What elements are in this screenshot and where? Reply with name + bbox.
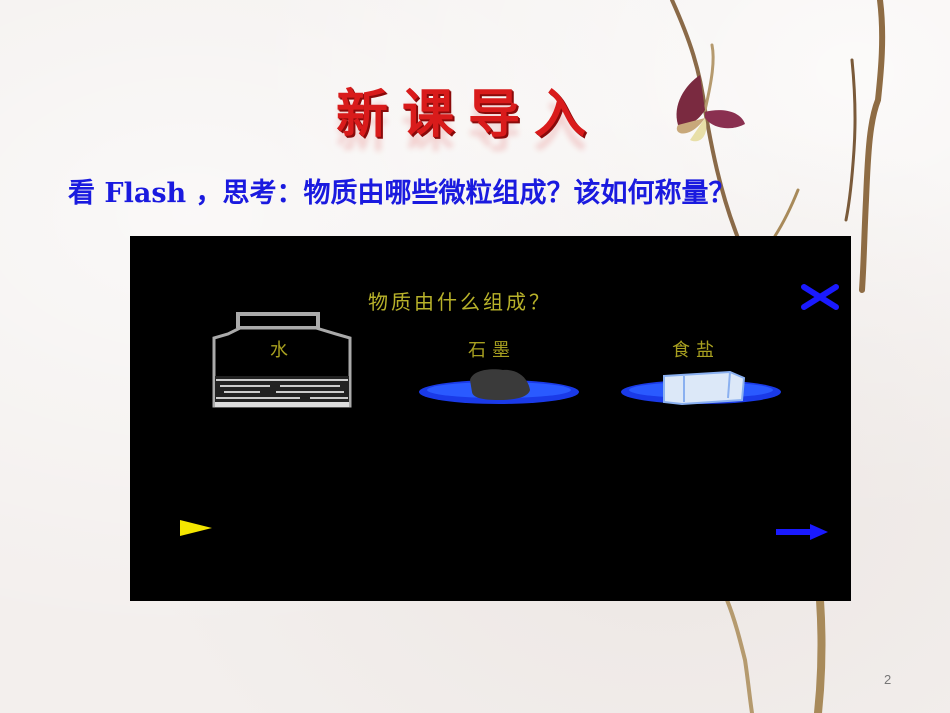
butterfly-icon [676, 75, 745, 142]
water-label: 水 [270, 340, 294, 361]
slide-title: 新课导入 [336, 85, 601, 145]
salt-label: 食盐 [672, 340, 720, 361]
flash-player[interactable]: 物质由什么组成？ 水 石墨 食盐 [130, 236, 851, 601]
next-arrow-icon[interactable] [774, 523, 830, 541]
slide-subtitle: 看 Flash ，思考：物质由哪些微粒组成？该如何称量？ [68, 178, 736, 209]
flash-question: 物质由什么组成？ [368, 290, 552, 314]
close-icon[interactable] [800, 284, 840, 310]
page-number: 2 [884, 672, 892, 687]
graphite-label: 石墨 [468, 340, 516, 361]
play-icon[interactable] [178, 518, 214, 538]
salt-plate-icon[interactable] [620, 364, 782, 410]
graphite-plate-icon[interactable] [418, 364, 580, 410]
